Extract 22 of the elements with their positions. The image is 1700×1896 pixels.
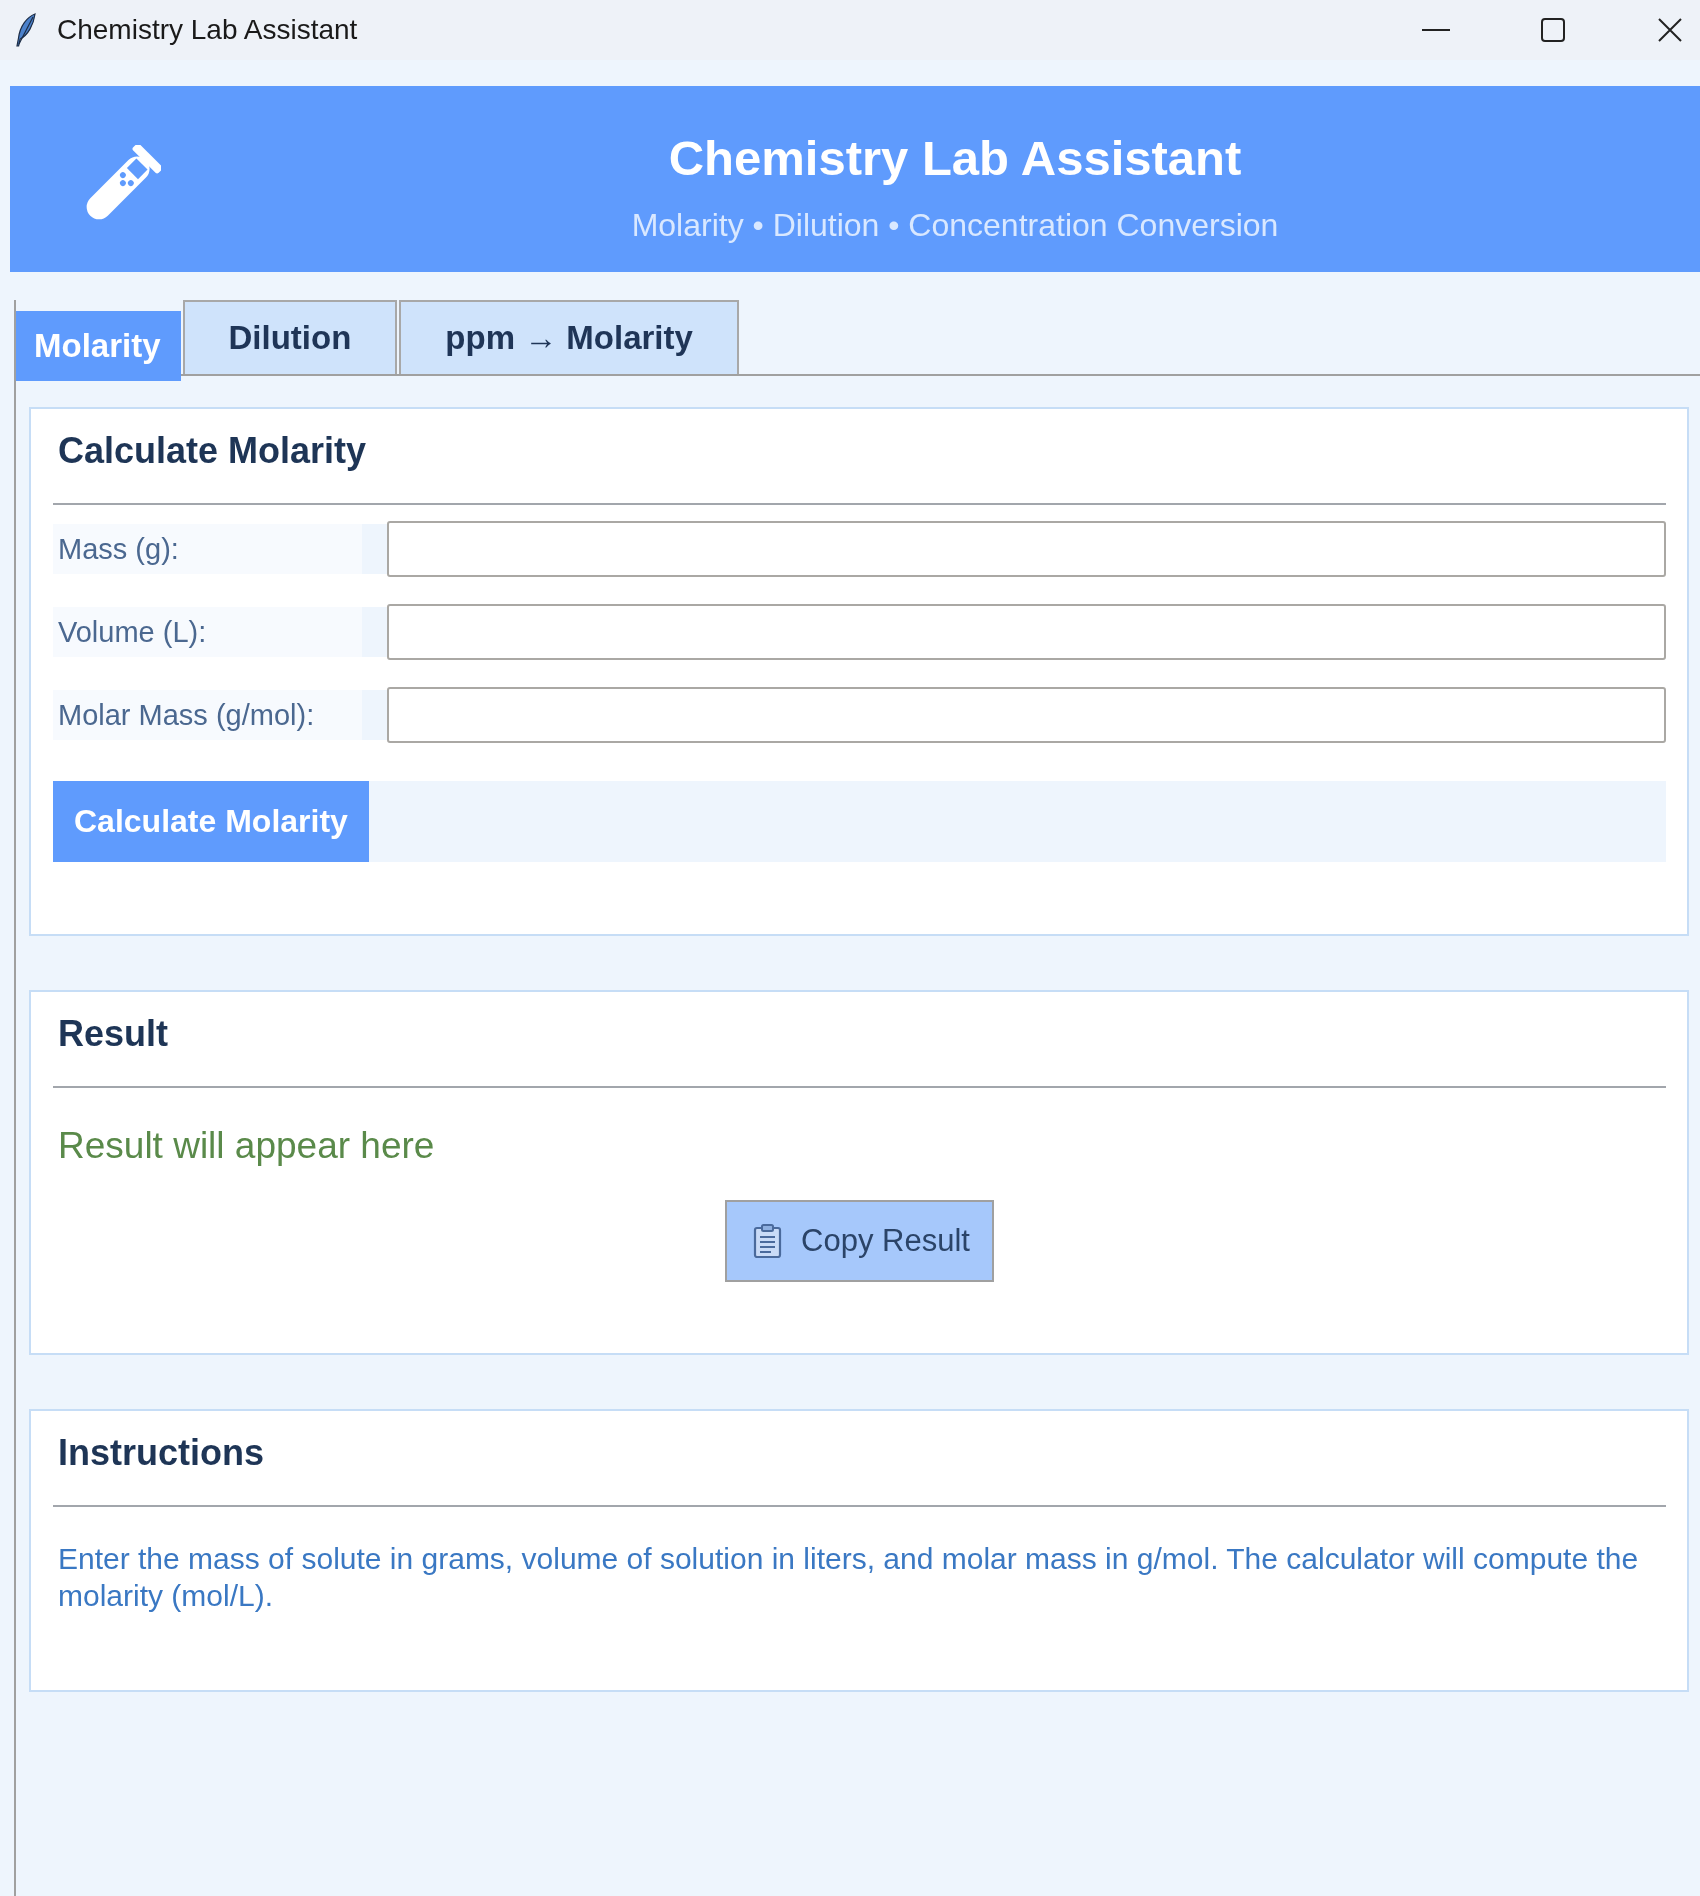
field-label: Molar Mass (g/mol): bbox=[53, 690, 387, 740]
close-icon bbox=[1658, 18, 1682, 42]
panel-heading: Instructions bbox=[57, 1431, 264, 1475]
copy-button[interactable]: Copy Result bbox=[725, 1200, 994, 1282]
window-title: Chemistry Lab Assistant bbox=[57, 13, 358, 47]
panel-heading: Calculate Molarity bbox=[57, 429, 367, 473]
minimize-icon bbox=[1422, 29, 1450, 31]
input-field[interactable] bbox=[387, 687, 1666, 743]
panel-heading: Result bbox=[57, 1012, 169, 1056]
maximize-icon bbox=[1541, 18, 1565, 42]
input-field[interactable] bbox=[387, 604, 1666, 660]
clipboard-icon bbox=[753, 1224, 783, 1258]
field-label: Mass (g): bbox=[53, 524, 387, 574]
feather-icon bbox=[14, 13, 36, 47]
input-field[interactable] bbox=[387, 521, 1666, 577]
app-title: Chemistry Lab Assistant bbox=[668, 130, 1242, 187]
tab[interactable]: ppm → Molarity bbox=[399, 300, 739, 374]
field-label: Volume (L): bbox=[53, 607, 387, 657]
tab[interactable]: Dilution bbox=[182, 300, 398, 374]
instructions-text: Enter the mass of solute in grams, volume of solution in liters, and molar mass in g/mol. The calculator will compute the molarity (mol/L). bbox=[57, 1541, 1640, 1614]
result-text: Result will appear here bbox=[57, 1124, 435, 1168]
app-subtitle: Molarity • Dilution • Concentration Conversion bbox=[631, 206, 1279, 245]
